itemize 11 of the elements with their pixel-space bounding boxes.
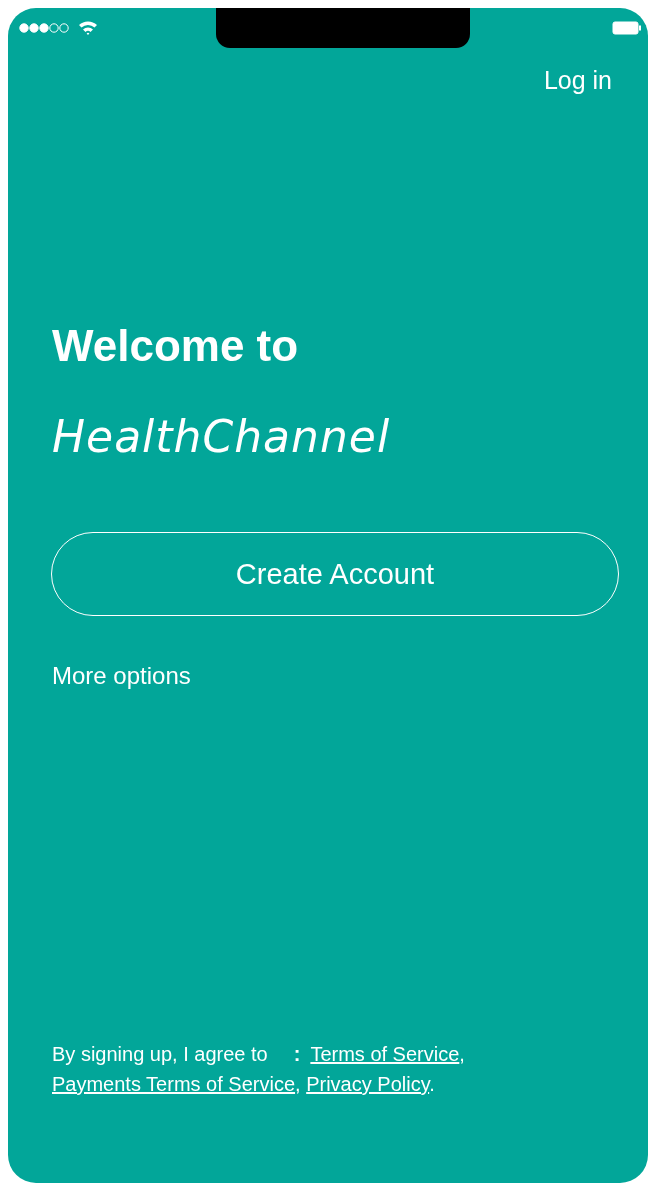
battery-icon (612, 21, 642, 35)
policy-link[interactable]: Payments Terms of Service (52, 1073, 296, 1095)
brand-title: HealthChannel (52, 411, 392, 462)
welcome-title: Welcome to (52, 321, 300, 371)
login-link[interactable]: Log in (543, 66, 612, 95)
wifi-icon (78, 20, 98, 36)
legal-text: By signing up, I agree to : Terms of Service, Payments Terms of Service, Privacy Policy. (52, 1042, 466, 1097)
signal-icon (18, 22, 70, 34)
more-options-link[interactable]: More options (52, 662, 191, 690)
policy-link[interactable]: Privacy Policy (306, 1073, 430, 1095)
policy-link[interactable]: Terms of Service (310, 1043, 460, 1065)
